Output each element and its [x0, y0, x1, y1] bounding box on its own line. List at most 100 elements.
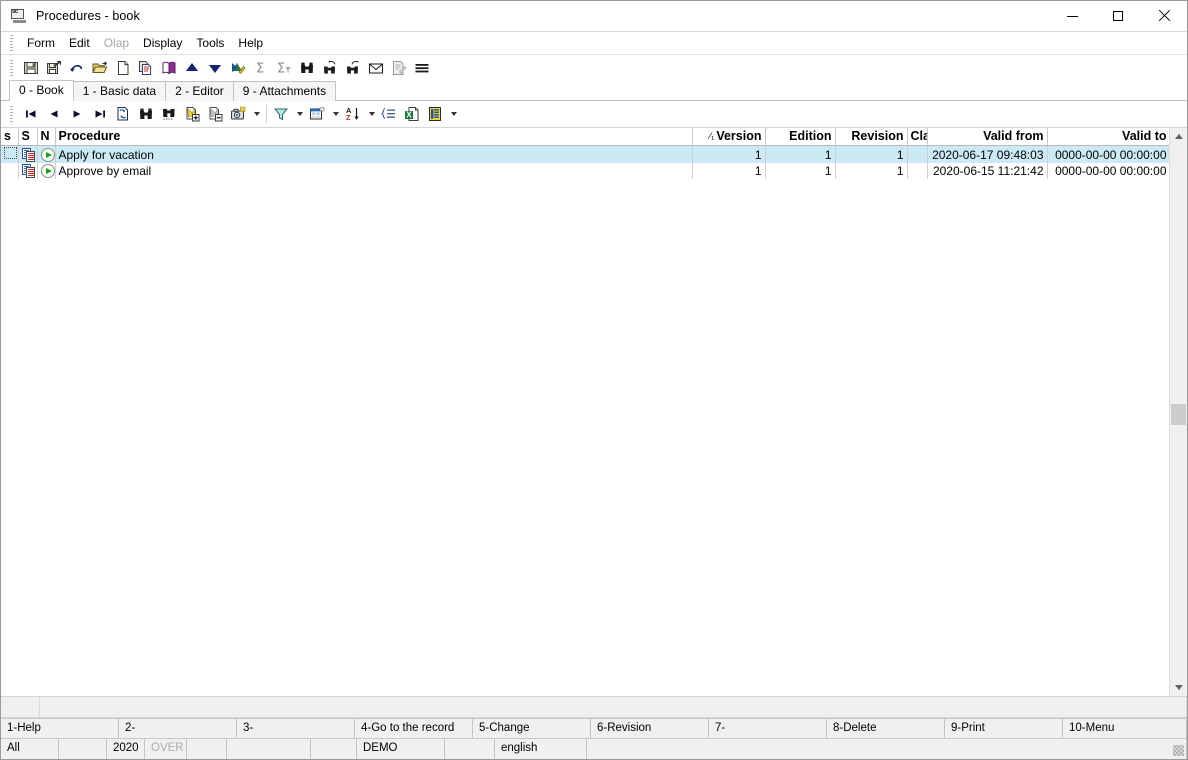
copy-documents-button[interactable] [135, 57, 157, 79]
find-button[interactable] [296, 57, 318, 79]
undo-button[interactable] [66, 57, 88, 79]
cell-class[interactable] [907, 145, 928, 163]
scroll-up-button[interactable] [1170, 128, 1187, 145]
cell-version[interactable]: 1 [692, 145, 766, 163]
menu-item-form[interactable]: Form [20, 34, 62, 52]
group-list-button[interactable] [378, 103, 400, 125]
cell-valid-from[interactable]: 2020-06-15 11:21:42 [927, 163, 1048, 179]
cell-valid-from[interactable]: 2020-06-17 09:48:03 [927, 145, 1048, 163]
column-header-valid-from[interactable]: Valid from [927, 128, 1048, 146]
cell-edition[interactable]: 1 [765, 163, 836, 179]
column-header-s[interactable]: S [18, 128, 38, 146]
cell-revision[interactable]: 1 [835, 145, 908, 163]
fkey-1-help[interactable]: 1-Help [1, 719, 119, 738]
cell-revision[interactable]: 1 [835, 163, 908, 179]
tab-book[interactable]: 0 - Book [9, 80, 74, 101]
row-status-cell[interactable] [18, 145, 38, 163]
fkey-8-delete[interactable]: 8-Delete [827, 719, 945, 738]
fkey-9-print[interactable]: 9-Print [945, 719, 1063, 738]
next-record-button[interactable] [66, 103, 88, 125]
menu-item-edit[interactable]: Edit [62, 34, 97, 52]
delete-record-button[interactable] [204, 103, 226, 125]
column-header-class[interactable]: Cla [907, 128, 928, 146]
fkey-6-revision[interactable]: 6-Revision [591, 719, 709, 738]
column-header-valid-to[interactable]: Valid to [1047, 128, 1169, 146]
scrollbar-thumb[interactable] [1171, 404, 1186, 425]
row-selection-cell[interactable] [1, 163, 19, 179]
new-document-button[interactable] [112, 57, 134, 79]
table-row[interactable]: Apply for vacation 1 1 1 2020-06-17 09:4… [1, 145, 1169, 163]
minimize-button[interactable] [1049, 1, 1095, 31]
layout-columns-button[interactable] [306, 103, 328, 125]
records-grid-viewport[interactable]: s S N Procedure ⁄₁ Version Edition Revisi… [1, 128, 1169, 696]
row-selection-cell[interactable] [1, 145, 19, 163]
cell-valid-to[interactable]: 0000-00-00 00:00:00 [1047, 145, 1169, 163]
find-previous-button[interactable] [319, 57, 341, 79]
cell-edition[interactable]: 1 [765, 145, 836, 163]
tab-editor[interactable]: 2 - Editor [165, 81, 234, 101]
move-down-button[interactable] [204, 57, 226, 79]
search-binoculars-button[interactable] [135, 103, 157, 125]
mail-button[interactable] [365, 57, 387, 79]
sort-button[interactable]: A Z [342, 103, 364, 125]
filter-dropdown-button[interactable] [293, 103, 306, 125]
menu-list-button[interactable] [411, 57, 433, 79]
main-toolbar-grip[interactable] [10, 60, 13, 76]
menu-item-tools[interactable]: Tools [189, 34, 231, 52]
fkey-3[interactable]: 3- [237, 719, 355, 738]
fkey-7[interactable]: 7- [709, 719, 827, 738]
close-button[interactable] [1141, 1, 1187, 31]
scroll-down-button[interactable] [1170, 679, 1187, 696]
cell-version[interactable]: 1 [692, 163, 766, 179]
save-button[interactable] [20, 57, 42, 79]
cell-valid-to[interactable]: 0000-00-00 00:00:00 [1047, 163, 1169, 179]
camera-dropdown-button[interactable] [250, 103, 263, 125]
fkey-10-menu[interactable]: 10-Menu [1063, 719, 1187, 738]
sort-dropdown-button[interactable] [365, 103, 378, 125]
add-record-button[interactable] [181, 103, 203, 125]
vertical-scrollbar[interactable] [1169, 128, 1187, 696]
report-dropdown-button[interactable] [447, 103, 460, 125]
column-header-revision[interactable]: Revision [835, 128, 908, 146]
export-excel-button[interactable]: X [401, 103, 423, 125]
maximize-button[interactable] [1095, 1, 1141, 31]
first-record-button[interactable] [20, 103, 42, 125]
open-button[interactable] [89, 57, 111, 79]
save-as-button[interactable] [43, 57, 65, 79]
fkey-5-change[interactable]: 5-Change [473, 719, 591, 738]
report-view-button[interactable] [424, 103, 446, 125]
layout-dropdown-button[interactable] [329, 103, 342, 125]
last-record-button[interactable] [89, 103, 111, 125]
tab-attachments[interactable]: 9 - Attachments [232, 81, 337, 101]
find-next-button[interactable] [342, 57, 364, 79]
row-status-cell[interactable] [18, 163, 38, 179]
window-resize-grip[interactable] [1173, 745, 1184, 756]
column-header-n[interactable]: N [37, 128, 56, 146]
camera-snapshot-button[interactable] [227, 103, 249, 125]
cell-class[interactable] [907, 163, 928, 179]
previous-record-button[interactable] [43, 103, 65, 125]
cell-procedure[interactable]: Apply for vacation [55, 145, 693, 163]
fkey-2[interactable]: 2- [119, 719, 237, 738]
grid-toolbar-grip[interactable] [10, 106, 13, 122]
row-state-cell[interactable] [37, 163, 56, 179]
search-grid-button[interactable] [158, 103, 180, 125]
move-up-button[interactable] [181, 57, 203, 79]
filter-button[interactable] [270, 103, 292, 125]
column-header-procedure[interactable]: Procedure [55, 128, 693, 146]
column-header-s-small[interactable]: s [1, 128, 19, 146]
fkey-4-go-to-record[interactable]: 4-Go to the record [355, 719, 473, 738]
table-row[interactable]: Approve by email 1 1 1 2020-06-15 11:21:… [1, 163, 1169, 179]
chart-edit-button[interactable] [227, 57, 249, 79]
refresh-record-button[interactable] [112, 103, 134, 125]
selection-marker-icon [4, 147, 17, 159]
book-button[interactable] [158, 57, 180, 79]
column-header-edition[interactable]: Edition [765, 128, 836, 146]
column-header-version[interactable]: ⁄₁ Version [692, 128, 766, 146]
menu-item-help[interactable]: Help [231, 34, 270, 52]
cell-procedure[interactable]: Approve by email [55, 163, 693, 179]
row-state-cell[interactable] [37, 145, 56, 163]
menu-bar-grip[interactable] [10, 35, 13, 51]
menu-item-display[interactable]: Display [136, 34, 189, 52]
tab-basic-data[interactable]: 1 - Basic data [72, 81, 167, 101]
